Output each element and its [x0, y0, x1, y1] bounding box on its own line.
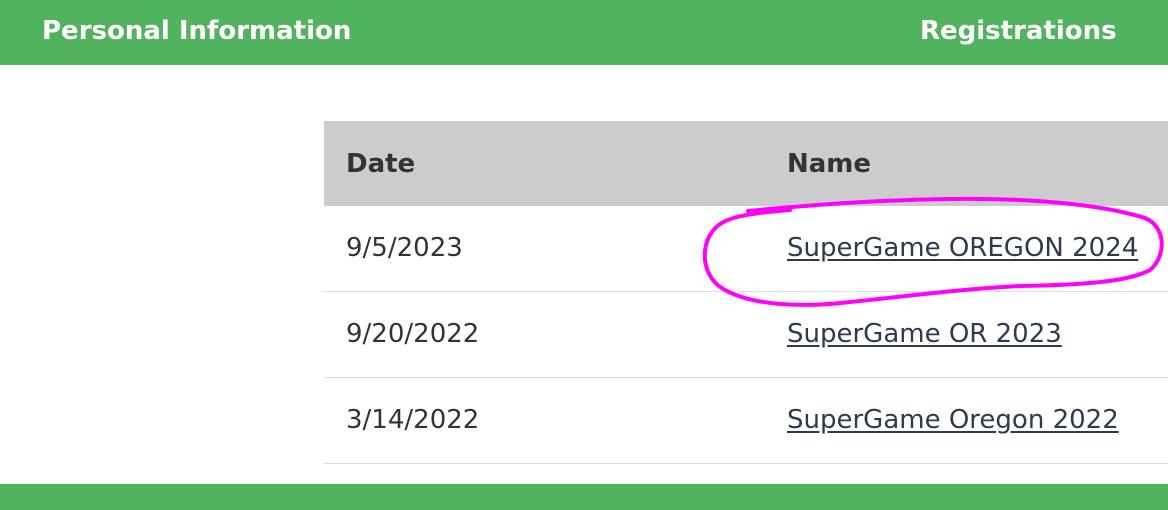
registration-link[interactable]: SuperGame OR 2023 — [787, 318, 1062, 350]
registration-link[interactable]: SuperGame Oregon 2022 — [787, 404, 1119, 436]
table-row: 9/5/2023 SuperGame OREGON 2024 — [324, 206, 1168, 292]
table-row: 9/20/2022 SuperGame OR 2023 — [324, 292, 1168, 378]
top-nav-bar: Personal Information Registrations — [0, 0, 1168, 65]
row-date: 3/14/2022 — [346, 405, 480, 435]
column-header-name: Name — [787, 149, 872, 179]
column-header-date: Date — [346, 149, 416, 179]
tab-registrations[interactable]: Registrations — [920, 15, 1117, 47]
row-date: 9/20/2022 — [346, 319, 480, 349]
table-header: Date Name — [324, 121, 1168, 206]
table-row: 3/14/2022 SuperGame Oregon 2022 — [324, 378, 1168, 464]
registrations-table: Date Name 9/5/2023 SuperGame OREGON 2024… — [324, 121, 1168, 464]
row-date: 9/5/2023 — [346, 233, 463, 263]
tab-personal-information[interactable]: Personal Information — [42, 15, 351, 47]
footer-bar — [0, 484, 1168, 510]
registration-link[interactable]: SuperGame OREGON 2024 — [787, 232, 1138, 264]
